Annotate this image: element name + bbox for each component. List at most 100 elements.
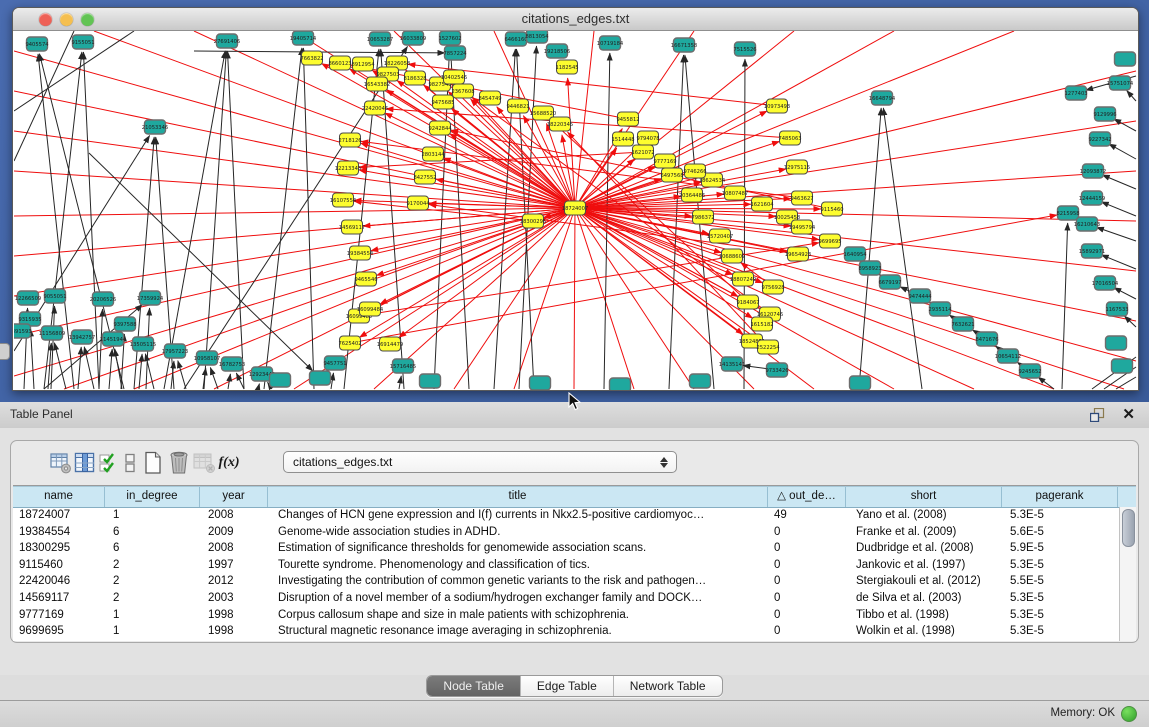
column-header-title[interactable]: title <box>268 487 768 507</box>
graph-node[interactable]: 1167533 <box>1105 302 1128 316</box>
graph-node[interactable]: 1615182 <box>750 317 773 331</box>
graph-node[interactable]: 10688609 <box>719 249 745 263</box>
graph-node[interactable] <box>270 373 291 387</box>
graph-node[interactable]: 9457751 <box>323 356 346 370</box>
graph-node[interactable]: 9733426 <box>765 363 788 377</box>
graph-node[interactable]: 6466160 <box>504 32 527 46</box>
graph-node[interactable]: 8186328 <box>403 71 426 85</box>
graph-node[interactable]: 13505115 <box>130 337 156 351</box>
table-row[interactable]: 946554611997Estimation of the future num… <box>13 640 1120 641</box>
tab-node-table[interactable]: Node Table <box>427 676 521 696</box>
graph-node[interactable]: 10653287 <box>367 32 393 46</box>
graph-node[interactable]: 9777169 <box>653 154 676 168</box>
network-window[interactable]: citations_edges.txt 18724007866012389129… <box>12 7 1139 391</box>
graph-node[interactable]: 16648794 <box>869 91 896 105</box>
table-select-combo[interactable]: citations_edges.txt <box>283 451 677 473</box>
graph-node[interactable]: 8958923 <box>858 261 881 275</box>
graph-node[interactable]: 8660123 <box>328 56 351 70</box>
graph-node[interactable]: 8454749 <box>478 91 501 105</box>
graph-node[interactable]: 10807487 <box>722 186 748 200</box>
graph-node[interactable]: 14135141 <box>719 357 745 371</box>
graph-node[interactable]: 9129996 <box>1093 107 1116 121</box>
tab-edge-table[interactable]: Edge Table <box>521 676 614 696</box>
graph-node[interactable]: 15720407 <box>707 229 733 243</box>
graph-node[interactable]: 12093872 <box>1080 164 1106 178</box>
row-height-icon[interactable] <box>118 450 142 476</box>
table-row[interactable]: 1830029562008Estimation of significance … <box>13 540 1120 557</box>
table-mode-icon[interactable] <box>49 450 73 476</box>
graph-node[interactable]: 7485063 <box>778 131 801 145</box>
column-header-short[interactable]: short <box>846 487 1002 507</box>
graph-node[interactable]: 8427552 <box>413 170 436 184</box>
graph-node[interactable]: 9699695 <box>818 234 841 248</box>
graph-node[interactable]: 9794078 <box>636 131 659 145</box>
graph-node[interactable]: 8912954 <box>351 57 375 71</box>
minimize-window-icon[interactable] <box>60 13 73 26</box>
graph-node[interactable]: 9465546 <box>354 272 377 286</box>
graph-node[interactable]: 1514448 <box>611 132 634 146</box>
graph-node[interactable]: 16107554 <box>330 193 357 207</box>
graph-node[interactable]: 8215958 <box>1056 206 1079 220</box>
graph-node[interactable]: 17359924 <box>137 291 164 305</box>
graph-node[interactable]: 9455812 <box>616 112 639 126</box>
graph-node[interactable] <box>310 371 331 385</box>
graph-node[interactable]: 8471676 <box>975 332 998 346</box>
close-window-icon[interactable] <box>39 13 52 26</box>
graph-node[interactable]: 9242844 <box>428 121 452 135</box>
graph-node[interactable]: 17957223 <box>162 344 188 358</box>
graph-node[interactable]: 9184067 <box>736 295 759 309</box>
graph-node[interactable]: 12975115 <box>784 160 810 174</box>
graph-node[interactable]: 20364486 <box>679 188 705 202</box>
table-row[interactable]: 2242004622012Investigating the contribut… <box>13 573 1120 590</box>
table-row[interactable]: 1456911722003Disruption of a novel membe… <box>13 590 1120 607</box>
function-builder-icon[interactable]: f(x) <box>217 450 241 476</box>
graph-node[interactable]: 27691406 <box>214 34 240 48</box>
graph-node[interactable]: 10958107 <box>194 351 220 365</box>
graph-node[interactable]: 6679197 <box>878 275 901 289</box>
graph-node[interactable]: 19384554 <box>347 246 374 260</box>
graph-node[interactable]: 10402546 <box>441 70 467 84</box>
new-column-icon[interactable] <box>141 450 165 476</box>
graph-node[interactable]: 15716485 <box>390 359 416 373</box>
graph-node[interactable]: 1277403 <box>1064 86 1087 100</box>
graph-node[interactable]: 22420046 <box>362 101 388 115</box>
graph-node[interactable]: 9756928 <box>761 280 784 294</box>
graph-node[interactable]: 9475685 <box>431 95 454 109</box>
tab-network-table[interactable]: Network Table <box>614 676 722 696</box>
graph-node[interactable]: 16914479 <box>377 337 403 351</box>
column-header-name[interactable]: name <box>13 487 105 507</box>
graph-node[interactable]: 9391593 <box>14 324 32 338</box>
graph-node[interactable]: 1621604 <box>750 197 774 211</box>
graph-node[interactable]: 8813054 <box>525 31 549 43</box>
network-canvas[interactable]: 1872400786601238912954182260589827503165… <box>14 31 1137 390</box>
graph-node[interactable]: 7632621 <box>951 317 974 331</box>
graph-node[interactable]: 11156809 <box>39 326 65 340</box>
graph-node[interactable]: 16671358 <box>671 38 697 52</box>
float-panel-icon[interactable] <box>1090 408 1105 422</box>
graph-node[interactable]: 2367608 <box>451 84 474 98</box>
graph-node[interactable]: 9397588 <box>113 317 136 331</box>
table-scrollbar[interactable] <box>1119 507 1136 641</box>
graph-node[interactable]: 7857224 <box>443 46 467 60</box>
graph-node[interactable]: 9746266 <box>683 164 706 178</box>
graph-node[interactable] <box>850 376 871 390</box>
graph-node[interactable] <box>420 374 441 388</box>
table-row[interactable]: 1872400712008Changes of HCN gene express… <box>13 507 1120 524</box>
graph-node[interactable]: 12266509 <box>15 291 41 305</box>
west-panel-grip[interactable] <box>0 343 10 360</box>
graph-node[interactable]: 10973493 <box>764 99 790 113</box>
graph-node[interactable] <box>1112 359 1133 373</box>
graph-node[interactable]: 16782753 <box>219 357 245 371</box>
delete-table-icon[interactable] <box>192 450 216 476</box>
graph-node[interactable]: 1640954 <box>843 247 867 261</box>
graph-node[interactable]: 12444159 <box>1079 191 1105 205</box>
graph-node[interactable]: 15751074 <box>1107 76 1134 90</box>
column-header-pagerank[interactable]: pagerank <box>1002 487 1118 507</box>
graph-node[interactable]: 20206526 <box>90 292 116 306</box>
graph-node[interactable]: 9446821 <box>506 99 529 113</box>
graph-node[interactable]: 16210643 <box>1074 217 1100 231</box>
graph-node[interactable]: 9227342 <box>1088 132 1111 146</box>
graph-node[interactable]: 19218506 <box>544 44 570 58</box>
table-row[interactable]: 977716911998Corpus callosum shape and si… <box>13 607 1120 624</box>
graph-node[interactable]: 9405574 <box>25 37 49 51</box>
